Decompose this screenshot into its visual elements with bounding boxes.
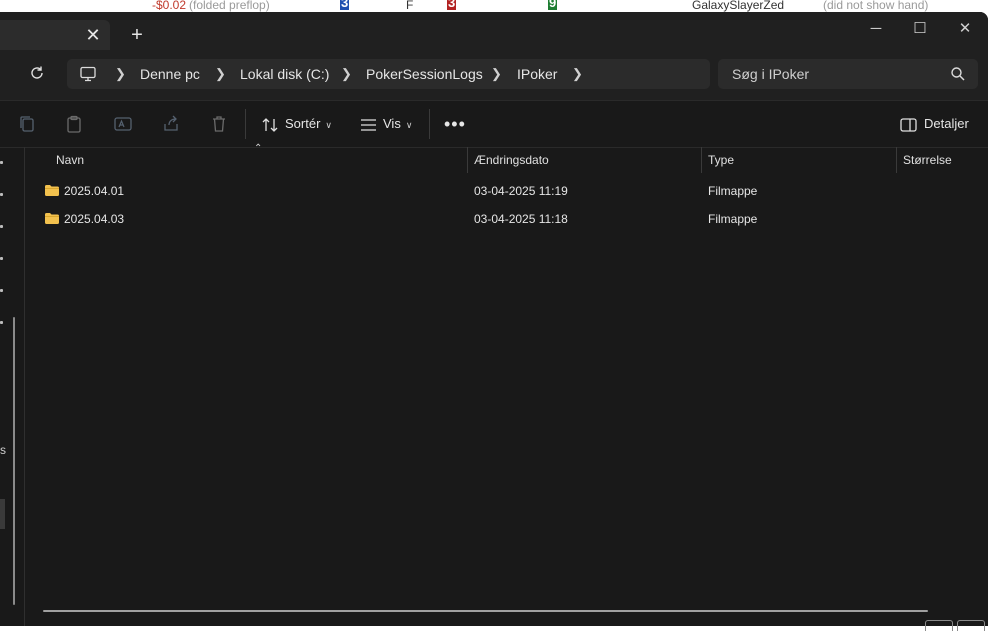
rename-icon[interactable]: [113, 114, 133, 134]
file-date: 03-04-2025 11:19: [474, 184, 568, 198]
paste-icon[interactable]: [64, 114, 84, 134]
card: 3: [340, 0, 350, 10]
chevron-right-icon[interactable]: ❯: [215, 66, 226, 82]
navigation-pane: s: [0, 147, 25, 626]
chevron-right-icon[interactable]: ❯: [572, 66, 583, 82]
search-placeholder[interactable]: Søg i IPoker: [732, 66, 809, 82]
breadcrumb-this-pc[interactable]: Denne pc: [140, 66, 200, 82]
breadcrumb-local-disk[interactable]: Lokal disk (C:): [240, 66, 329, 82]
chevron-down-icon: ∨: [405, 120, 413, 130]
sort-icon: [262, 117, 278, 132]
share-icon[interactable]: [161, 114, 181, 134]
chevron-right-icon[interactable]: ❯: [115, 66, 126, 82]
close-tab-button[interactable]: ✕: [82, 24, 104, 46]
sort-label: Sortér: [285, 116, 321, 131]
horizontal-scrollbar[interactable]: [43, 610, 928, 612]
nav-item-dot[interactable]: [0, 161, 3, 164]
nav-item-partial-label[interactable]: s: [0, 443, 6, 457]
breadcrumb-ipoker[interactable]: IPoker: [517, 66, 557, 82]
table-row[interactable]: 2025.04.01 03-04-2025 11:19 Filmappe: [25, 178, 988, 206]
bg-action: F: [406, 0, 414, 12]
file-type: Filmappe: [708, 184, 758, 198]
file-type: Filmappe: [708, 212, 758, 226]
chevron-right-icon[interactable]: ❯: [341, 66, 352, 82]
search-icon[interactable]: [950, 66, 966, 82]
nav-item-selected[interactable]: [0, 499, 5, 529]
this-pc-icon[interactable]: [79, 65, 97, 83]
column-separator[interactable]: [701, 147, 702, 173]
close-window-button[interactable]: ✕: [945, 16, 985, 42]
bg-show-note: (did not show hand): [823, 0, 929, 12]
view-button[interactable]: Vis ∨: [360, 113, 412, 135]
details-pane-icon: [900, 117, 917, 132]
nav-item-dot[interactable]: [0, 321, 3, 324]
column-separator[interactable]: [467, 147, 468, 173]
more-options-button[interactable]: •••: [444, 113, 466, 135]
explorer-tab[interactable]: ✕: [0, 20, 110, 50]
new-tab-button[interactable]: +: [125, 23, 149, 47]
column-header-date[interactable]: Ændringsdato: [474, 147, 549, 173]
bg-amount: -$0.02: [152, 0, 187, 12]
table-row[interactable]: 2025.04.03 03-04-2025 11:18 Filmappe: [25, 206, 988, 234]
copy-icon[interactable]: [17, 114, 37, 134]
bg-folded-note: (folded preflop): [189, 0, 270, 12]
card: 9: [548, 0, 558, 10]
nav-item-dot[interactable]: [0, 289, 3, 292]
view-icon: [361, 118, 376, 131]
view-label: Vis: [383, 116, 401, 131]
search-box[interactable]: Søg i IPoker: [718, 59, 978, 89]
sort-button[interactable]: Sortér ∨: [262, 113, 332, 135]
details-pane-button[interactable]: Detaljer: [900, 113, 969, 135]
nav-pane-scrollbar[interactable]: [13, 317, 15, 605]
nav-item-dot[interactable]: [0, 193, 3, 196]
file-explorer-window: ✕ + ─ ☐ ✕ ❯ Denne pc ❯ Lokal disk (C:) ❯…: [0, 12, 988, 631]
card: 3: [447, 0, 457, 10]
column-separator[interactable]: [896, 147, 897, 173]
maximize-button[interactable]: ☐: [900, 16, 940, 42]
breadcrumb-poker-session-logs[interactable]: PokerSessionLogs: [366, 66, 483, 82]
command-bar: Sortér ∨ Vis ∨ ••• Detaljer: [0, 100, 988, 148]
navigation-bar: ❯ Denne pc ❯ Lokal disk (C:) ❯ PokerSess…: [0, 50, 988, 100]
sort-ascending-icon: ⌃: [254, 143, 263, 154]
title-bar: ✕ + ─ ☐ ✕: [0, 12, 988, 50]
refresh-icon: [31, 66, 43, 79]
column-header-name[interactable]: Navn: [56, 147, 84, 173]
file-date: 03-04-2025 11:18: [474, 212, 568, 226]
column-header-type[interactable]: Type: [708, 147, 734, 173]
toolbar-divider: [429, 109, 430, 139]
column-header-size[interactable]: Størrelse: [903, 147, 952, 173]
folder-icon: [45, 185, 59, 196]
file-list: ⌃ Navn Ændringsdato Type Størrelse 2025.…: [25, 143, 988, 631]
folder-icon: [45, 213, 59, 224]
refresh-button[interactable]: [26, 64, 48, 86]
file-name[interactable]: 2025.04.01: [64, 184, 124, 198]
details-label: Detaljer: [924, 116, 969, 131]
background-app-strip: -$0.02 (folded preflop) 83 F 293 9 Galax…: [0, 0, 994, 12]
minimize-button[interactable]: ─: [856, 16, 896, 42]
nav-item-dot[interactable]: [0, 225, 3, 228]
toolbar-divider: [245, 109, 246, 139]
bg-player: GalaxySlayerZed: [692, 0, 785, 12]
chevron-right-icon[interactable]: ❯: [491, 66, 502, 82]
file-name[interactable]: 2025.04.03: [64, 212, 124, 226]
chevron-down-icon: ∨: [325, 120, 332, 130]
nav-item-dot[interactable]: [0, 257, 3, 260]
address-bar[interactable]: ❯ Denne pc ❯ Lokal disk (C:) ❯ PokerSess…: [67, 59, 710, 89]
delete-icon[interactable]: [209, 114, 229, 134]
